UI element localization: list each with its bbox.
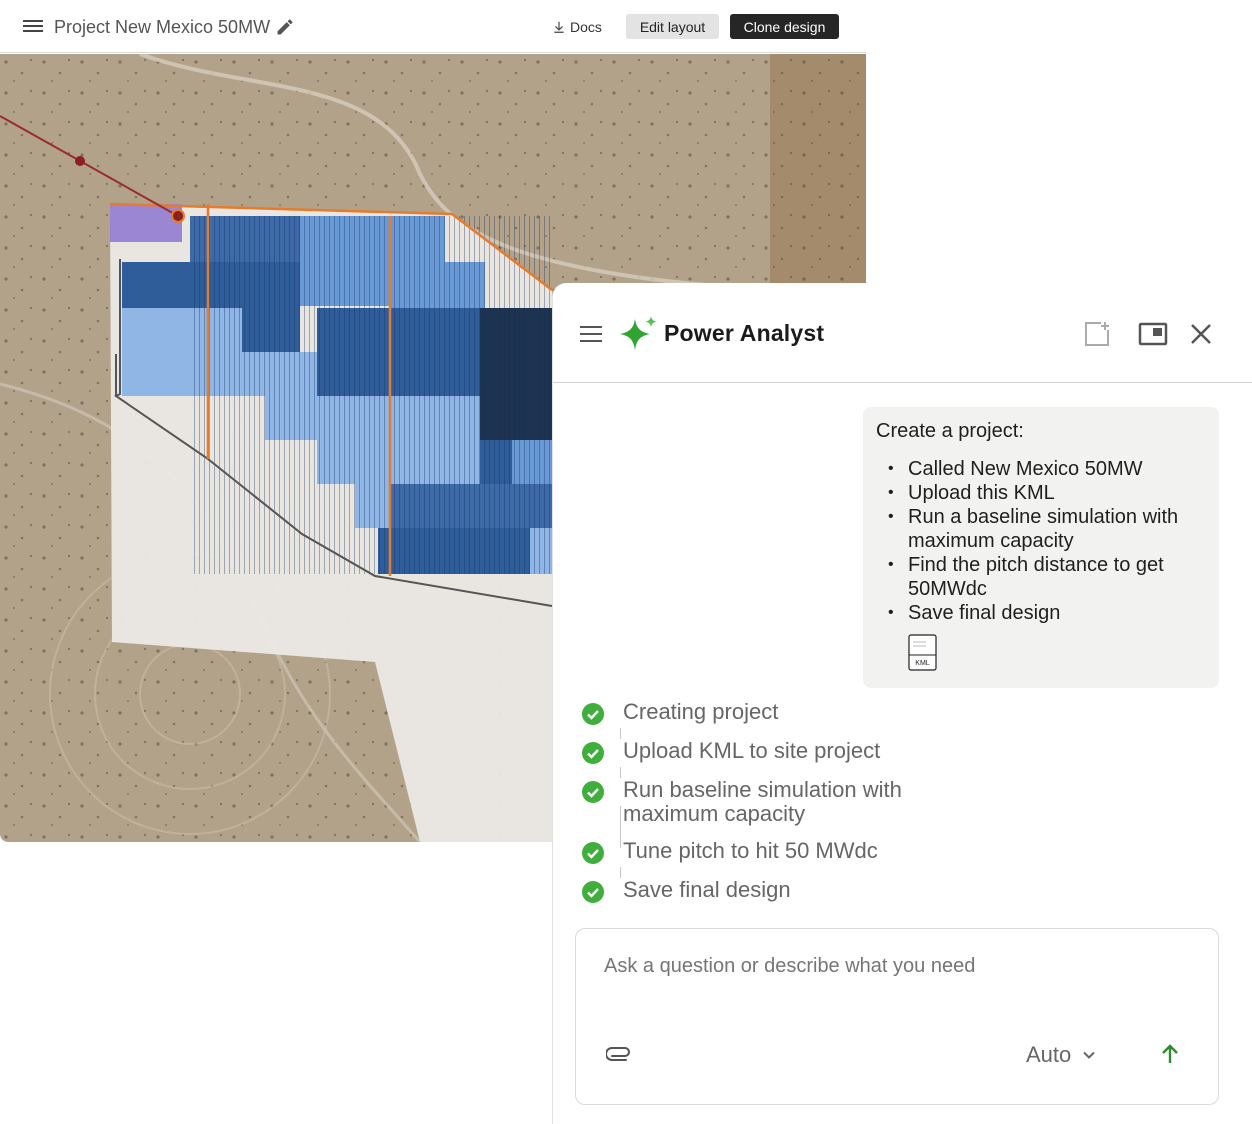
docs-label: Docs: [570, 19, 602, 35]
check-icon: [582, 881, 604, 903]
request-heading: Create a project:: [876, 420, 1024, 442]
request-list: Called New Mexico 50MW Upload this KML R…: [888, 457, 1206, 625]
send-arrow-icon[interactable]: [1158, 1042, 1182, 1066]
step-label: Creating project: [623, 699, 779, 724]
mode-select[interactable]: Auto: [1026, 1042, 1097, 1068]
step-label: Tune pitch to hit 50 MWdc: [623, 838, 878, 863]
download-icon: [554, 21, 564, 33]
check-icon: [582, 842, 604, 864]
check-icon: [582, 742, 604, 764]
step-connector: [620, 806, 621, 848]
step-connector: [620, 867, 621, 878]
list-item: Upload this KML: [888, 481, 1206, 505]
panel-header: Power Analyst: [553, 283, 1252, 383]
list-item: Called New Mexico 50MW: [888, 457, 1206, 481]
paperclip-icon[interactable]: [606, 1044, 632, 1062]
clone-design-button[interactable]: Clone design: [730, 14, 839, 39]
popout-icon[interactable]: [1138, 322, 1168, 346]
panel-title: Power Analyst: [664, 320, 825, 346]
kml-label: KML: [915, 660, 930, 667]
mode-label: Auto: [1026, 1042, 1072, 1067]
pencil-icon[interactable]: [275, 17, 295, 37]
menu-icon[interactable]: [580, 326, 602, 344]
list-item: Save final design: [888, 601, 1206, 625]
chevron-down-icon: [1083, 1051, 1095, 1059]
new-chat-icon[interactable]: [1083, 320, 1111, 348]
menu-icon[interactable]: [22, 17, 44, 37]
close-icon[interactable]: [1189, 322, 1213, 346]
list-item: Run a baseline simulation with maximum c…: [888, 505, 1206, 553]
check-icon: [582, 781, 604, 803]
message-input[interactable]: [604, 955, 1184, 978]
step-label: Run baseline simulation with maximum cap…: [623, 777, 902, 826]
step-label: Save final design: [623, 877, 791, 902]
power-analyst-panel: Power Analyst Create a project: Called N…: [553, 283, 1252, 1124]
docs-link[interactable]: Docs: [552, 19, 602, 35]
step-connector: [620, 728, 621, 739]
kml-file-icon[interactable]: KML: [908, 634, 937, 671]
sparkle-icon: [620, 316, 657, 350]
project-title: Project New Mexico 50MW: [54, 17, 271, 37]
edit-layout-button[interactable]: Edit layout: [626, 14, 719, 39]
step-label: Upload KML to site project: [623, 738, 881, 763]
message-composer: Auto: [575, 928, 1219, 1105]
user-request-bubble: Create a project: Called New Mexico 50MW…: [863, 407, 1219, 688]
check-icon: [582, 703, 604, 725]
step-connector: [620, 767, 621, 778]
top-bar: Project New Mexico 50MW Docs Edit layout…: [0, 0, 866, 53]
list-item: Find the pitch distance to get 50MWdc: [888, 553, 1206, 601]
